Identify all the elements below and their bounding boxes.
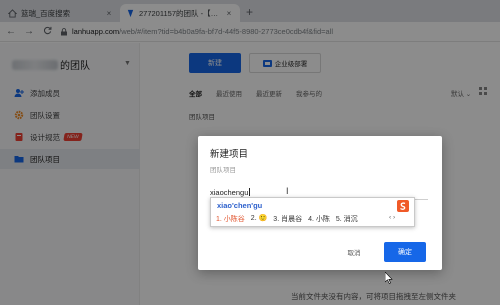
- project-name-value: xiaochengu: [210, 188, 249, 197]
- ime-candidate[interactable]: 2. 🙂: [251, 214, 268, 224]
- ibeam-cursor-icon: I: [286, 186, 289, 196]
- cancel-button[interactable]: 取消: [340, 243, 368, 261]
- ime-candidate-window: xiao'chen'gu 1. 小陈谷 2. 🙂 3. 肖晨谷 4. 小陈 5.…: [210, 197, 415, 227]
- ime-candidate[interactable]: 1. 小陈谷: [216, 214, 245, 224]
- ime-candidate[interactable]: 5. 消沉: [336, 214, 358, 224]
- ime-candidate[interactable]: 4. 小陈: [308, 214, 330, 224]
- dialog-title: 新建项目: [210, 149, 249, 160]
- mouse-pointer-icon: [385, 272, 393, 284]
- dialog-subtitle: 团队项目: [210, 167, 236, 174]
- text-caret: [249, 188, 251, 196]
- ime-composition: xiao'chen'gu: [217, 201, 263, 210]
- ime-candidates: 1. 小陈谷 2. 🙂 3. 肖晨谷 4. 小陈 5. 消沉: [216, 214, 364, 224]
- confirm-button[interactable]: 确定: [384, 242, 426, 262]
- ime-candidate[interactable]: 3. 肖晨谷: [273, 214, 302, 224]
- sogou-logo-icon: [397, 200, 409, 212]
- ime-page-nav[interactable]: ‹ ›: [389, 214, 395, 221]
